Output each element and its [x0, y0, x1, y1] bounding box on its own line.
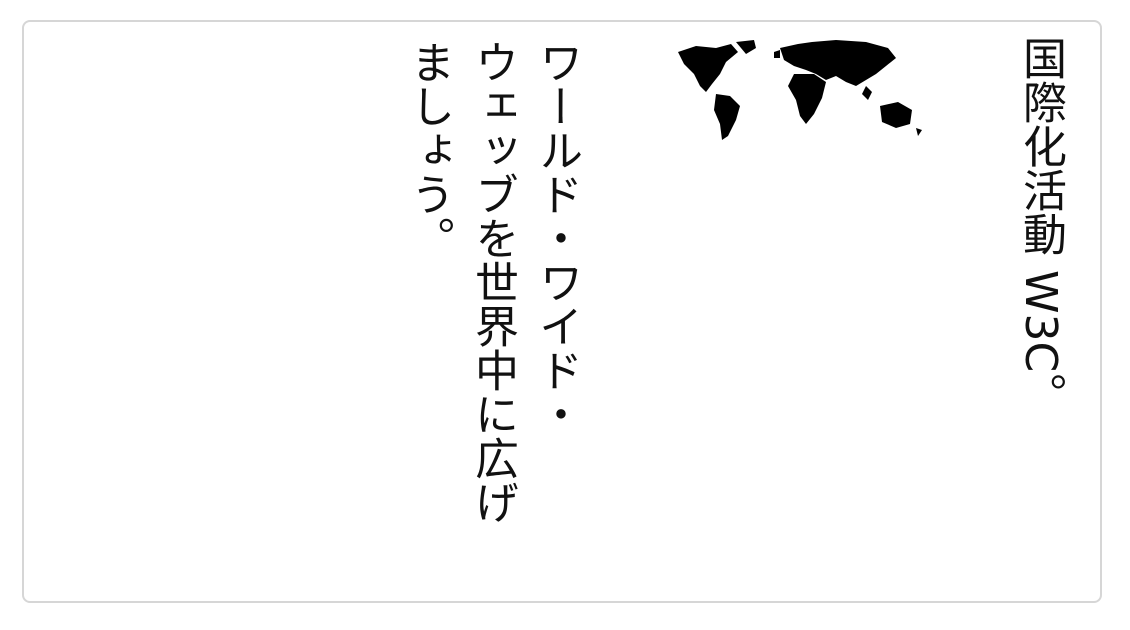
paragraph-line: ウェッブを世界中に広げ — [467, 40, 518, 524]
world-map-icon — [678, 40, 922, 140]
heading: 国際化活動 W3C。 — [1015, 36, 1066, 417]
paragraph-line: ワールド・ワイド・ — [531, 40, 582, 436]
paragraph-line: ましょう。 — [403, 40, 454, 260]
